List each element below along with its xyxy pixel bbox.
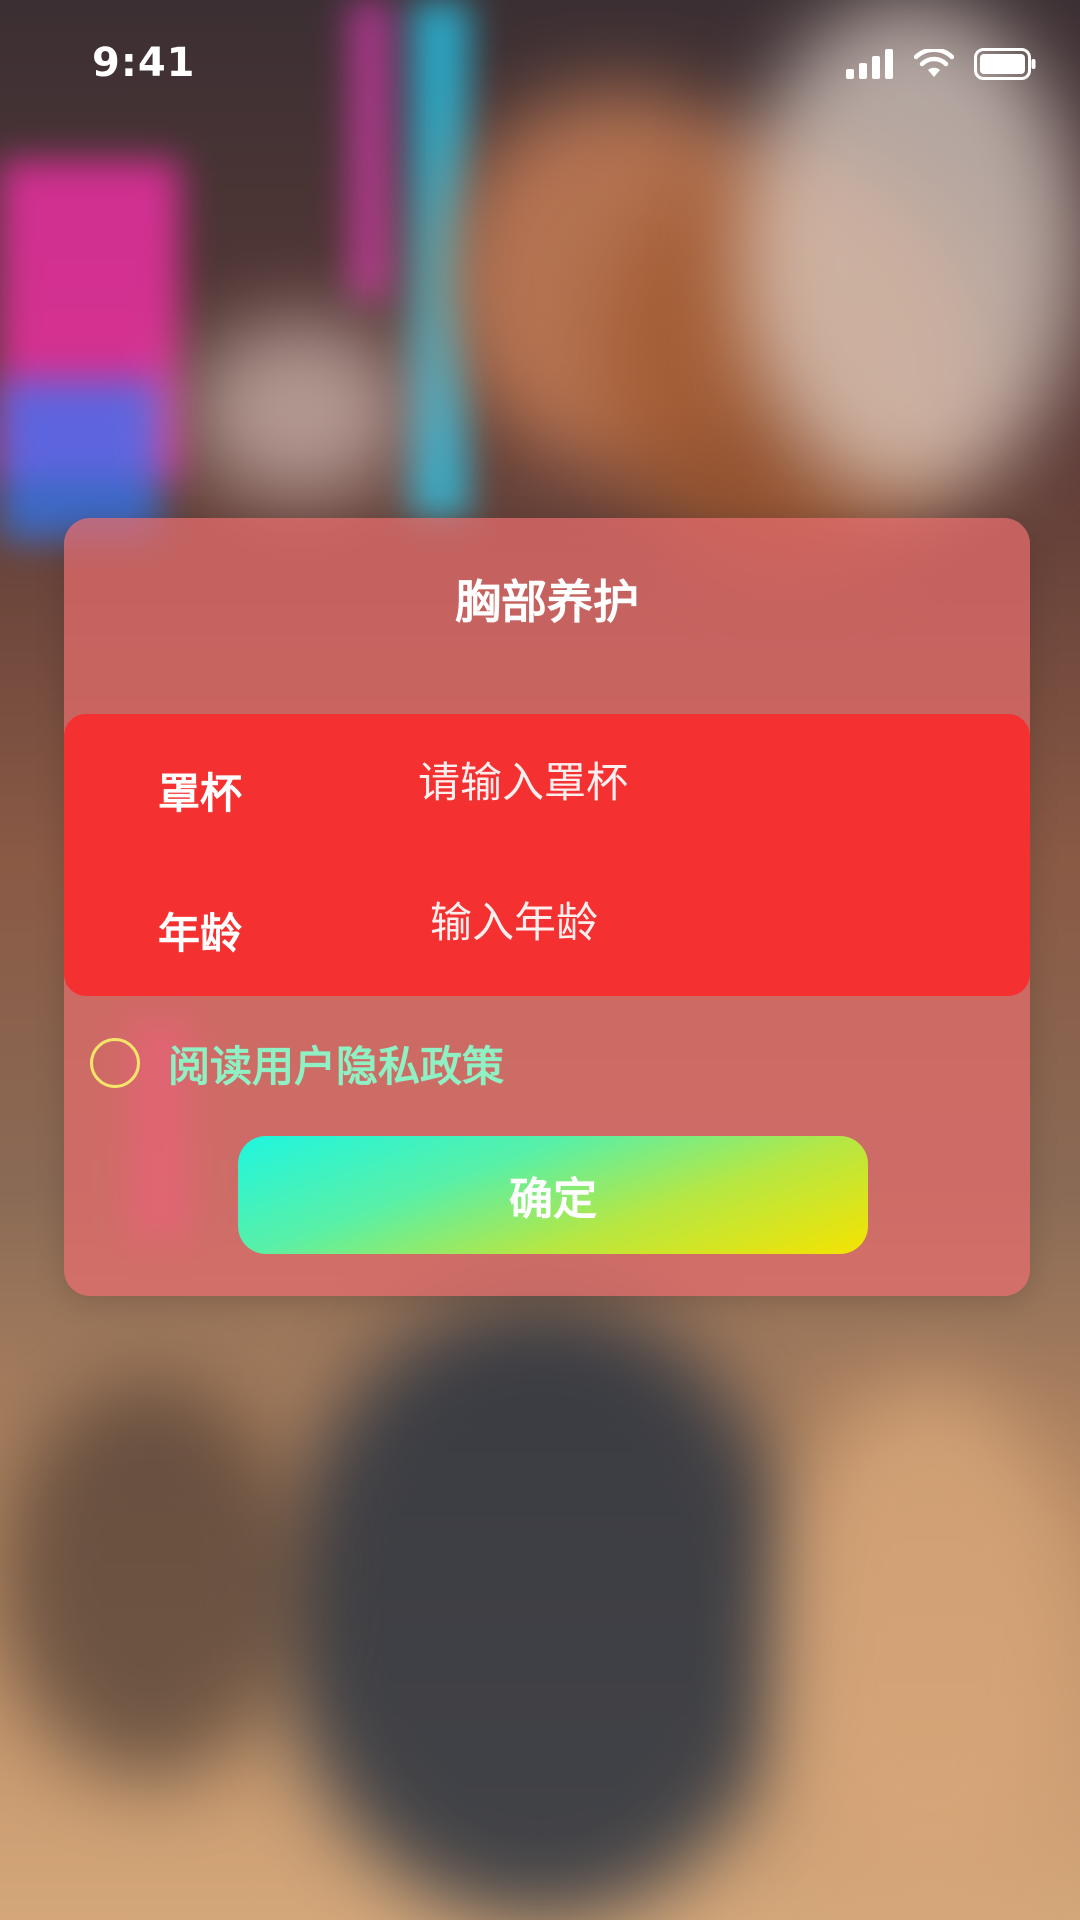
battery-icon bbox=[974, 48, 1036, 84]
cup-size-label: 罩杯 bbox=[158, 769, 243, 818]
age-label: 年龄 bbox=[158, 909, 243, 958]
status-time: 9:41 bbox=[92, 40, 196, 86]
form-panel: 罩杯 年龄 bbox=[64, 714, 1030, 996]
status-bar: 9:41 bbox=[0, 0, 1080, 130]
cup-size-row: 罩杯 bbox=[64, 722, 1030, 842]
age-input[interactable] bbox=[430, 890, 950, 954]
privacy-checkbox[interactable] bbox=[90, 1038, 140, 1088]
privacy-agreement-row[interactable]: 阅读用户隐私政策 bbox=[90, 1018, 504, 1108]
confirm-button[interactable]: 确定 bbox=[238, 1136, 868, 1254]
wifi-icon bbox=[913, 47, 955, 83]
card-title: 胸部养护 bbox=[455, 575, 639, 629]
privacy-policy-link[interactable]: 阅读用户隐私政策 bbox=[168, 1033, 504, 1094]
breast-care-card: 胸部养护 罩杯 年龄 阅读用户隐私政策 确定 bbox=[64, 518, 1030, 1296]
cup-size-input[interactable] bbox=[418, 750, 938, 814]
confirm-button-label: 确定 bbox=[509, 1174, 597, 1225]
age-row: 年龄 bbox=[64, 862, 1030, 982]
cellular-signal-icon bbox=[846, 49, 894, 83]
status-icons bbox=[846, 47, 1036, 84]
